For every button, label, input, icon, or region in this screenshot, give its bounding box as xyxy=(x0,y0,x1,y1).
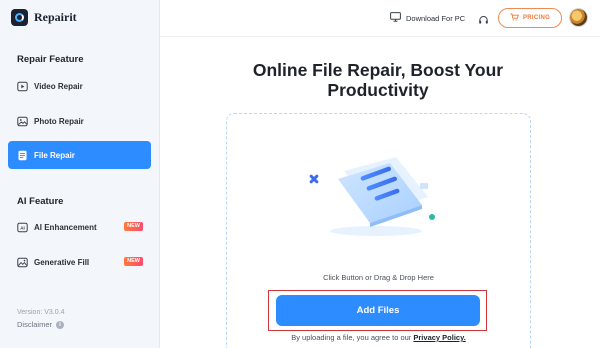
sidebar-item-label: File Repair xyxy=(34,150,75,160)
add-files-button[interactable]: Add Files xyxy=(276,295,480,326)
sidebar-item-label: Photo Repair xyxy=(34,116,84,126)
ai-feature-heading: AI Feature xyxy=(17,196,64,207)
sidebar: Repairit Repair Feature Video Repair Pho… xyxy=(0,0,160,348)
user-avatar[interactable] xyxy=(569,8,588,27)
repair-feature-heading: Repair Feature xyxy=(17,54,84,65)
svg-text:AI: AI xyxy=(20,225,25,230)
sidebar-item-photo-repair[interactable]: Photo Repair xyxy=(8,107,151,135)
sidebar-item-generative-fill[interactable]: Generative Fill NEW xyxy=(8,248,151,276)
privacy-notice: By uploading a file, you agree to our Pr… xyxy=(226,333,531,342)
image-icon xyxy=(17,116,28,127)
disclaimer-link[interactable]: Disclaimer i xyxy=(17,320,65,329)
file-repair-illustration-icon xyxy=(309,157,435,236)
sidebar-item-label: Generative Fill xyxy=(34,257,90,267)
sidebar-item-file-repair[interactable]: File Repair xyxy=(8,141,151,169)
app-logo[interactable]: Repairit xyxy=(11,9,77,26)
new-badge: NEW xyxy=(124,257,143,266)
info-icon: i xyxy=(56,320,65,329)
ai-icon: AI xyxy=(17,222,28,233)
document-icon xyxy=(17,150,28,161)
sidebar-item-video-repair[interactable]: Video Repair xyxy=(8,72,151,100)
disclaimer-label: Disclaimer xyxy=(17,320,53,329)
download-label: Download For PC xyxy=(406,13,466,23)
version-label: Version: V3.0.4 xyxy=(17,309,65,316)
cart-icon xyxy=(510,13,519,23)
repairit-logo-icon xyxy=(11,9,28,26)
pricing-label: PRICING xyxy=(522,15,551,21)
privacy-policy-link[interactable]: Privacy Policy. xyxy=(413,333,465,342)
monitor-icon xyxy=(390,12,401,24)
drop-hint-text: Click Button or Drag & Drop Here xyxy=(323,273,434,282)
download-for-pc-button[interactable]: Download For PC xyxy=(390,12,465,24)
privacy-notice-text: By uploading a file, you agree to our xyxy=(291,333,412,342)
app-name: Repairit xyxy=(34,10,77,24)
pricing-button[interactable]: PRICING xyxy=(498,8,562,28)
top-header: Download For PC PRICING xyxy=(160,0,600,37)
sidebar-item-ai-enhancement[interactable]: AI AI Enhancement NEW xyxy=(8,213,151,241)
page-title: Online File Repair, Boost Your Productiv… xyxy=(252,60,504,100)
sidebar-item-label: Video Repair xyxy=(34,81,83,91)
image-fill-icon xyxy=(17,257,28,268)
play-icon xyxy=(17,81,28,92)
sidebar-item-label: AI Enhancement xyxy=(34,222,97,232)
support-headset-icon[interactable] xyxy=(478,13,489,24)
new-badge: NEW xyxy=(124,222,143,231)
